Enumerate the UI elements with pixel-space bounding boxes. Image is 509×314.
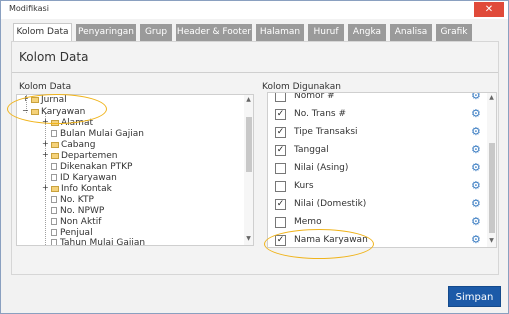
document-icon <box>51 130 57 137</box>
tab-huruf[interactable]: Huruf <box>308 24 344 41</box>
tree-item-no-npwp[interactable]: No. NPWP <box>51 206 104 216</box>
used-columns-list[interactable]: Nomor # ⚙ ✓ No. Trans # ⚙ ✓ Tipe Transak… <box>267 92 497 248</box>
panel-title: Kolom Data <box>19 50 89 64</box>
scroll-down-arrow-icon[interactable]: ▼ <box>487 237 496 244</box>
save-button[interactable]: Simpan <box>448 286 501 307</box>
tree-line <box>45 113 46 245</box>
gear-icon[interactable]: ⚙ <box>471 197 481 210</box>
available-columns-label: Kolom Data <box>19 82 72 92</box>
list-item[interactable]: Nilai (Asing) ⚙ <box>268 160 488 178</box>
checkbox[interactable] <box>275 163 286 174</box>
tree-item-tahun-mulai-gajian[interactable]: Tahun Mulai Gajian <box>51 238 145 245</box>
list-scrollbar[interactable]: ▲ ▼ <box>487 93 496 247</box>
tab-grafik[interactable]: Grafik <box>436 24 472 41</box>
document-icon <box>51 207 57 214</box>
document-icon <box>51 196 57 203</box>
tree-item-cabang[interactable]: Cabang <box>51 140 95 150</box>
gear-icon[interactable]: ⚙ <box>471 93 481 102</box>
checkbox[interactable] <box>275 217 286 228</box>
document-icon <box>51 163 57 170</box>
gear-icon[interactable]: ⚙ <box>471 161 481 174</box>
title-bar: Modifikasi ✕ <box>1 1 508 19</box>
gear-icon[interactable]: ⚙ <box>471 233 481 246</box>
gear-icon[interactable]: ⚙ <box>471 143 481 156</box>
divider <box>12 72 498 73</box>
tree-item-non-aktif[interactable]: Non Aktif <box>51 217 101 227</box>
close-button[interactable]: ✕ <box>474 2 504 17</box>
used-columns-label: Kolom Digunakan <box>262 82 341 92</box>
list-item[interactable]: ✓ Nilai (Domestik) ⚙ <box>268 196 488 214</box>
gear-icon[interactable]: ⚙ <box>471 215 481 228</box>
scroll-thumb[interactable] <box>246 117 252 172</box>
tab-angka[interactable]: Angka <box>348 24 386 41</box>
checkbox-checked[interactable]: ✓ <box>275 199 286 210</box>
tab-grup[interactable]: Grup <box>140 24 172 41</box>
modify-dialog: Modifikasi ✕ Kolom Data Penyaringan Grup… <box>0 0 509 314</box>
kolom-data-panel: Kolom Data Kolom Data + Jurnal − Karyawa… <box>11 41 499 275</box>
scroll-up-arrow-icon[interactable]: ▲ <box>487 94 496 101</box>
checkbox-checked[interactable]: ✓ <box>275 145 286 156</box>
tree-item-no-ktp[interactable]: No. KTP <box>51 195 94 205</box>
document-icon <box>51 218 57 225</box>
list-item[interactable]: Nomor # ⚙ <box>268 93 488 106</box>
window-title: Modifikasi <box>9 4 49 13</box>
tab-analisa[interactable]: Analisa <box>390 24 432 41</box>
tree-item-penjual[interactable]: Penjual <box>51 228 93 238</box>
scroll-thumb[interactable] <box>489 143 495 233</box>
checkbox-checked[interactable]: ✓ <box>275 127 286 138</box>
highlight-ellipse <box>264 229 374 259</box>
list-item[interactable]: ✓ Tipe Transaksi ⚙ <box>268 124 488 142</box>
gear-icon[interactable]: ⚙ <box>471 107 481 120</box>
document-icon <box>51 174 57 181</box>
highlight-ellipse <box>7 94 107 124</box>
expand-info-kontak[interactable]: + <box>42 183 49 192</box>
folder-icon <box>51 152 59 159</box>
list-item[interactable]: ✓ No. Trans # ⚙ <box>268 106 488 124</box>
tree-item-bulan-mulai-gajian[interactable]: Bulan Mulai Gajian <box>51 129 144 139</box>
expand-departemen[interactable]: + <box>42 150 49 159</box>
scroll-down-arrow-icon[interactable]: ▼ <box>244 235 253 242</box>
tab-penyaringan[interactable]: Penyaringan <box>76 24 136 41</box>
scroll-up-arrow-icon[interactable]: ▲ <box>244 96 253 103</box>
checkbox-checked[interactable]: ✓ <box>275 109 286 120</box>
tree-item-info-kontak[interactable]: Info Kontak <box>51 184 112 194</box>
gear-icon[interactable]: ⚙ <box>471 125 481 138</box>
list-item[interactable]: Kurs ⚙ <box>268 178 488 196</box>
list-item[interactable]: ✓ Tanggal ⚙ <box>268 142 488 160</box>
close-icon: ✕ <box>484 4 494 15</box>
tab-header-footer[interactable]: Header & Footer <box>176 24 252 41</box>
document-icon <box>51 239 57 245</box>
expand-cabang[interactable]: + <box>42 139 49 148</box>
tree-item-departemen[interactable]: Departemen <box>51 151 117 161</box>
checkbox[interactable] <box>275 93 286 102</box>
tab-kolom-data[interactable]: Kolom Data <box>13 23 72 41</box>
document-icon <box>51 229 57 236</box>
gear-icon[interactable]: ⚙ <box>471 179 481 192</box>
tree-item-id-karyawan[interactable]: ID Karyawan <box>51 173 117 183</box>
checkbox[interactable] <box>275 181 286 192</box>
tree-item-dikenakan-ptkp[interactable]: Dikenakan PTKP <box>51 162 132 172</box>
folder-icon <box>51 185 59 192</box>
tab-halaman[interactable]: Halaman <box>256 24 304 41</box>
tree-scrollbar[interactable]: ▲ ▼ <box>244 95 253 245</box>
folder-icon <box>51 141 59 148</box>
